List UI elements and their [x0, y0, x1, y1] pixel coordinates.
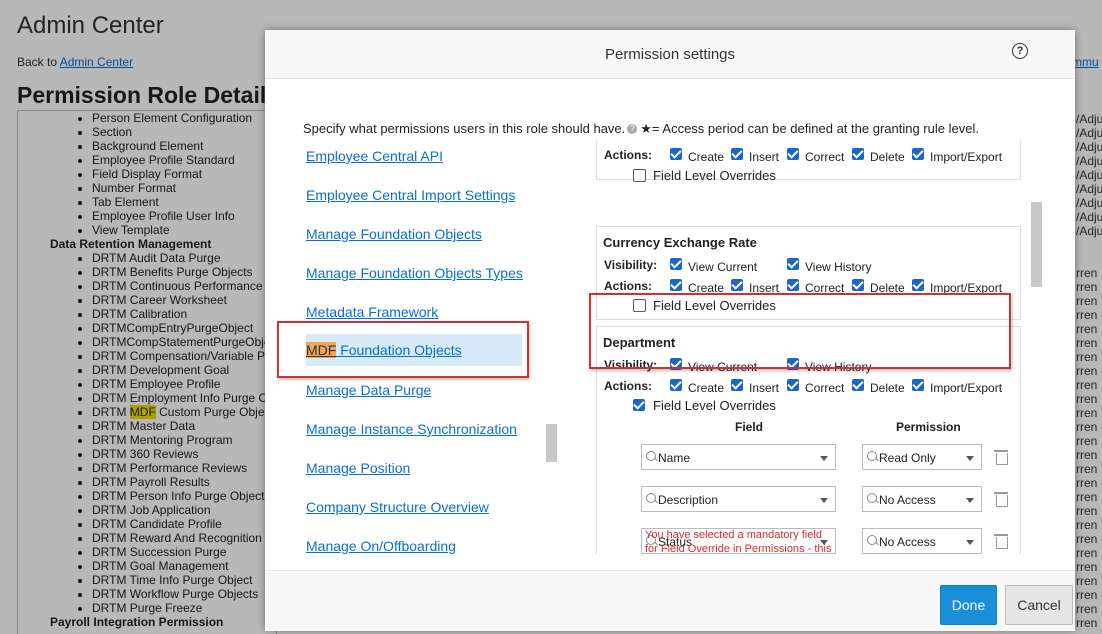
trash-icon[interactable]: [994, 450, 1008, 465]
trash-icon[interactable]: [994, 492, 1008, 507]
error-line-1: You have selected a mandatory field: [645, 529, 822, 541]
search-icon: [646, 451, 656, 461]
dialog-title: Permission settings: [604, 46, 736, 63]
label-field-level-overrides: Field Level Overrides: [653, 168, 776, 183]
label-insert: Insert: [749, 381, 780, 395]
permission-select-status[interactable]: No Access: [862, 528, 982, 554]
field-select-description[interactable]: Description: [641, 486, 836, 512]
trash-icon[interactable]: [994, 534, 1008, 549]
checkbox-import-export[interactable]: [912, 379, 924, 391]
field-value: Description: [658, 493, 719, 507]
nav-employee-central-api[interactable]: Employee Central API: [306, 148, 443, 164]
label-delete: Delete: [870, 150, 905, 164]
label-import-export: Import/Export: [930, 150, 1003, 164]
label-field-level-overrides: Field Level Overrides: [653, 398, 776, 413]
checkbox-create[interactable]: [670, 279, 682, 291]
label-insert: Insert: [749, 150, 780, 164]
checkbox-insert[interactable]: [731, 379, 743, 391]
checkbox-view-current[interactable]: [670, 258, 682, 270]
chevron-down-icon: [966, 456, 974, 461]
chevron-down-icon: [966, 540, 974, 545]
instruction-part1: Specify what permissions users in this r…: [303, 121, 626, 136]
dialog-footer: Done Cancel: [265, 570, 1075, 631]
nav-scrollbar[interactable]: [546, 424, 557, 462]
question-icon[interactable]: ?: [627, 123, 638, 134]
permission-select-description[interactable]: No Access: [862, 486, 982, 512]
chevron-down-icon: [820, 498, 828, 503]
search-icon: [867, 535, 877, 545]
checkbox-delete[interactable]: [852, 279, 864, 291]
checkbox-field-level-overrides[interactable]: [633, 169, 646, 182]
checkbox-delete[interactable]: [852, 379, 864, 391]
highlight-box-department: [589, 293, 1011, 369]
label-delete: Delete: [870, 381, 905, 395]
checkbox-create[interactable]: [670, 379, 682, 391]
card-previous: Actions: Create Insert Correct Delete Im…: [596, 140, 1021, 183]
nav-company-structure-overview[interactable]: Company Structure Overview: [306, 499, 489, 515]
field-select-name[interactable]: Name: [641, 444, 836, 470]
search-icon: [646, 493, 656, 503]
nav-manage-on-offboarding[interactable]: Manage On/Offboarding: [306, 538, 456, 554]
column-header-field: Field: [735, 420, 764, 434]
nav-manage-position[interactable]: Manage Position: [306, 460, 410, 476]
checkbox-field-level-overrides[interactable]: [633, 399, 645, 411]
nav-metadata-framework[interactable]: Metadata Framework: [306, 304, 438, 320]
label-view-history: View History: [805, 260, 872, 274]
panel-scrollbar[interactable]: [1031, 202, 1042, 287]
chevron-down-icon: [966, 498, 974, 503]
cancel-button[interactable]: Cancel: [1005, 585, 1073, 625]
instruction-text: Specify what permissions users in this r…: [303, 121, 979, 137]
nav-manage-foundation-objects-types[interactable]: Manage Foundation Objects Types: [306, 265, 523, 281]
label-view-current: View Current: [688, 260, 758, 274]
nav-manage-data-purge[interactable]: Manage Data Purge: [306, 382, 431, 398]
help-icon[interactable]: ?: [1012, 43, 1028, 59]
permission-select-name[interactable]: Read Only: [862, 444, 982, 470]
checkbox-insert[interactable]: [731, 148, 743, 160]
checkbox-correct[interactable]: [787, 279, 799, 291]
mandatory-field-error: You have selected a mandatory field for …: [645, 528, 831, 556]
label-correct: Correct: [805, 150, 845, 164]
nav-manage-instance-synchronization[interactable]: Manage Instance Synchronization: [306, 421, 517, 437]
field-value: Name: [658, 451, 691, 465]
actions-label: Actions:: [604, 379, 652, 393]
done-button[interactable]: Done: [940, 585, 997, 625]
actions-label: Actions:: [604, 148, 652, 162]
permission-settings-dialog: Permission settings ? Specify what permi…: [265, 30, 1075, 631]
visibility-label: Visibility:: [604, 258, 658, 272]
checkbox-delete[interactable]: [852, 148, 864, 160]
chevron-down-icon: [820, 456, 828, 461]
error-line-2: for Field Override in Permissions - this: [645, 543, 832, 555]
dialog-header: Permission settings ?: [265, 30, 1075, 79]
label-create: Create: [688, 381, 725, 395]
checkbox-insert[interactable]: [731, 279, 743, 291]
checkbox-correct[interactable]: [787, 379, 799, 391]
label-create: Create: [688, 150, 725, 164]
card-title: Currency Exchange Rate: [603, 235, 757, 250]
actions-label: Actions:: [604, 279, 652, 293]
nav-manage-foundation-objects[interactable]: Manage Foundation Objects: [306, 226, 482, 242]
search-icon: [867, 451, 877, 461]
nav-employee-central-import-settings[interactable]: Employee Central Import Settings: [306, 187, 515, 203]
permission-value: Read Only: [879, 451, 936, 465]
highlight-box-nav: [277, 321, 529, 378]
search-icon: [867, 493, 877, 503]
checkbox-create[interactable]: [670, 148, 682, 160]
permission-value: No Access: [879, 493, 936, 507]
checkbox-view-history[interactable]: [787, 258, 799, 270]
permission-value: No Access: [879, 535, 936, 549]
label-correct: Correct: [805, 381, 845, 395]
column-header-permission: Permission: [896, 420, 961, 434]
label-import-export: Import/Export: [930, 381, 1003, 395]
checkbox-import-export[interactable]: [912, 148, 924, 160]
instruction-part2: ★= Access period can be defined at the g…: [640, 121, 979, 136]
checkbox-import-export[interactable]: [912, 279, 924, 291]
checkbox-correct[interactable]: [787, 148, 799, 160]
